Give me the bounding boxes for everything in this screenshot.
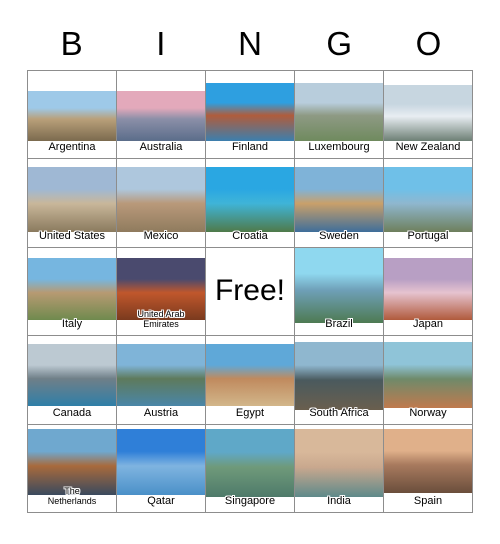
bingo-cell-united-states[interactable]: United States <box>28 159 117 248</box>
bingo-header-letter-i: I <box>156 25 166 62</box>
bingo-cell-sweden[interactable]: Sweden <box>295 159 384 248</box>
photo-us-capitol-icon <box>28 167 116 233</box>
bingo-cell-label: The Netherlands <box>47 486 97 506</box>
bingo-cell-spain[interactable]: Spain <box>384 424 473 513</box>
photo-taj-mahal-icon <box>295 428 383 497</box>
bingo-cell-croatia[interactable]: Croatia <box>206 159 295 248</box>
photo-rio-christ-redeemer-icon <box>295 247 383 323</box>
bingo-free-space-label: Free! <box>214 274 286 308</box>
bingo-cell-argentina[interactable]: Argentina <box>28 71 117 160</box>
bingo-cell-label: Croatia <box>232 229 268 242</box>
photo-cape-town-table-mountain-icon <box>295 342 383 411</box>
bingo-cell-india[interactable]: India <box>295 424 384 513</box>
bingo-cell-label: Sweden <box>319 229 359 242</box>
bingo-cell-label: Luxembourg <box>308 141 370 154</box>
bingo-cell-australia[interactable]: Australia <box>117 71 206 160</box>
photo-bergen-bryggen-icon <box>384 342 472 409</box>
photo-singapore-gardens-bay-icon <box>206 428 294 497</box>
bingo-cell-label: South Africa <box>309 406 369 419</box>
bingo-cell-label: Finland <box>231 141 269 154</box>
photo-luxembourg-castle-icon <box>295 83 383 141</box>
bingo-card: B I N G O Argentina Australia Finland Luxembour… <box>0 0 500 544</box>
photo-dubrovnik-coast-icon <box>206 167 294 233</box>
bingo-cell-united-arab-emirates[interactable]: United Arab Emirates <box>117 247 206 337</box>
bingo-cell-label: Italy <box>61 318 83 331</box>
bingo-cell-label: Egypt <box>235 406 265 419</box>
bingo-cell-label: Japan <box>413 318 443 331</box>
photo-giza-pyramids-icon <box>206 344 294 407</box>
bingo-cell-norway[interactable]: Norway <box>384 336 473 425</box>
bingo-header-row: BINGO <box>27 22 473 66</box>
bingo-cell-egypt[interactable]: Egypt <box>206 336 295 425</box>
bingo-cell-label: Mexico <box>143 229 179 242</box>
bingo-cell-free[interactable]: Free! <box>206 247 295 337</box>
bingo-cell-finland[interactable]: Finland <box>206 71 295 160</box>
bingo-cell-austria[interactable]: Austria <box>117 336 206 425</box>
photo-doha-skyline-icon <box>117 428 205 495</box>
bingo-header-letter-b: B <box>60 25 83 62</box>
bingo-cell-singapore[interactable]: Singapore <box>206 424 295 513</box>
photo-hallstatt-village-icon <box>117 344 205 407</box>
photo-stockholm-gamla-stan-icon <box>295 167 383 233</box>
bingo-cell-label: India <box>327 495 351 507</box>
bingo-cell-brazil[interactable]: Brazil <box>295 247 384 337</box>
bingo-grid: Argentina Australia Finland Luxembourg New Z… <box>27 70 473 513</box>
bingo-cell-portugal[interactable]: Portugal <box>384 159 473 248</box>
bingo-cell-label: Norway <box>409 406 447 419</box>
photo-mountain-patagonia-icon <box>28 91 116 141</box>
bingo-cell-label: United Arab Emirates <box>137 309 185 330</box>
bingo-cell-label: New Zealand <box>395 141 461 154</box>
bingo-cell-italy[interactable]: Italy <box>28 247 117 337</box>
bingo-cell-luxembourg[interactable]: Luxembourg <box>295 71 384 160</box>
bingo-cell-qatar[interactable]: Qatar <box>117 424 206 513</box>
bingo-cell-label: United States <box>38 229 106 242</box>
bingo-cell-label: Singapore <box>224 495 276 507</box>
bingo-header-letter-o: O <box>415 25 442 62</box>
bingo-cell-mexico[interactable]: Mexico <box>117 159 206 248</box>
bingo-cell-label: Argentina <box>48 141 96 154</box>
bingo-cell-new-zealand[interactable]: New Zealand <box>384 71 473 160</box>
bingo-cell-label: Spain <box>413 495 443 507</box>
bingo-cell-the-netherlands[interactable]: The Netherlands <box>28 424 117 513</box>
bingo-cell-south-africa[interactable]: South Africa <box>295 336 384 425</box>
bingo-header-letter-g: G <box>326 25 353 62</box>
bingo-cell-label: Australia <box>139 141 183 154</box>
bingo-cell-japan[interactable]: Japan <box>384 247 473 337</box>
bingo-cell-label: Qatar <box>147 495 175 507</box>
photo-pagoda-fuji-sakura-icon <box>384 257 472 320</box>
bingo-cell-label: Canada <box>52 406 92 419</box>
photo-helsinki-harbour-icon <box>206 83 294 141</box>
bingo-cell-label: Austria <box>143 406 179 419</box>
photo-amsterdam-canal-icon <box>28 428 116 495</box>
bingo-cell-canada[interactable]: Canada <box>28 336 117 425</box>
photo-portugal-cliff-coast-icon <box>384 167 472 233</box>
photo-madrid-cityscape-icon <box>384 428 472 493</box>
photo-snow-peak-fiord-icon <box>384 85 472 141</box>
bingo-cell-label: Portugal <box>407 229 449 242</box>
bingo-header-letter-n: N <box>238 25 262 62</box>
photo-sydney-opera-house-icon <box>117 91 205 141</box>
bingo-cell-label: Brazil <box>325 318 353 331</box>
photo-moraine-lake-rockies-icon <box>28 344 116 407</box>
photo-rome-colosseum-icon <box>28 257 116 320</box>
photo-mexico-city-zocalo-icon <box>117 167 205 233</box>
